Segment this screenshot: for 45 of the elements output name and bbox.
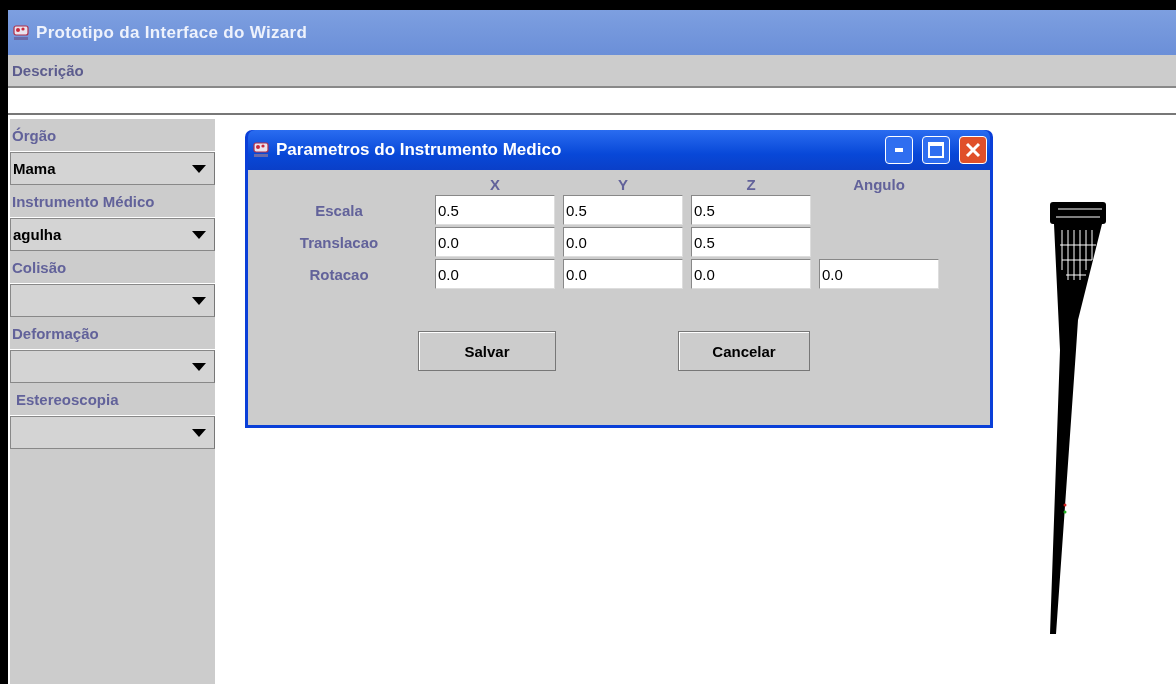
column-header: Angulo (853, 176, 905, 193)
input-field[interactable]: 0.5 (691, 195, 811, 225)
field-label: Deformação (12, 324, 99, 342)
dropdown[interactable]: Mama (10, 152, 215, 185)
maximize-icon (928, 142, 944, 158)
column-header: Z (746, 176, 756, 193)
input-field[interactable]: 0.5 (691, 227, 811, 257)
dialog-button[interactable]: Cancelar (678, 331, 810, 371)
input-field[interactable]: 0.0 (563, 259, 683, 289)
caret-icon (192, 164, 206, 173)
input-field[interactable]: 0.0 (563, 227, 683, 257)
column-header: Y (618, 176, 628, 193)
field-label: Colisão (12, 258, 67, 276)
caret-icon (192, 230, 206, 239)
dropdown[interactable]: agulha (10, 218, 215, 251)
dialog-title: Parametros do Instrumento Medico (276, 140, 563, 160)
minimize-button[interactable] (885, 136, 913, 164)
close-button[interactable] (959, 136, 987, 164)
menu-item[interactable]: Descrição (12, 62, 84, 79)
dropdown[interactable] (10, 284, 215, 317)
column-header: X (490, 176, 500, 193)
caret-icon (192, 296, 206, 305)
row-label: Translacao (299, 233, 379, 251)
app-icon (252, 141, 270, 159)
caret-icon (192, 362, 206, 371)
row-label: Escala (315, 201, 363, 219)
close-icon (965, 142, 981, 158)
row-label: Rotacao (309, 265, 369, 283)
input-field[interactable]: 0.0 (435, 259, 555, 289)
dialog-button[interactable]: Salvar (418, 331, 556, 371)
maximize-button[interactable] (922, 136, 950, 164)
input-field[interactable]: 0.5 (563, 195, 683, 225)
minimize-icon (895, 148, 903, 152)
field-label: Órgão (12, 126, 57, 144)
field-label: Instrumento Médico (12, 192, 155, 210)
field-label: Estereoscopia (15, 390, 119, 408)
dropdown[interactable] (10, 416, 215, 449)
input-field[interactable]: 0.5 (435, 195, 555, 225)
input-field[interactable]: 0.0 (819, 259, 939, 289)
dropdown[interactable] (10, 350, 215, 383)
input-field[interactable]: 0.0 (435, 227, 555, 257)
caret-icon (192, 428, 206, 437)
window-title: Prototipo da Interface do Wizard (36, 22, 308, 43)
input-field[interactable]: 0.0 (691, 259, 811, 289)
app-icon (12, 23, 30, 42)
